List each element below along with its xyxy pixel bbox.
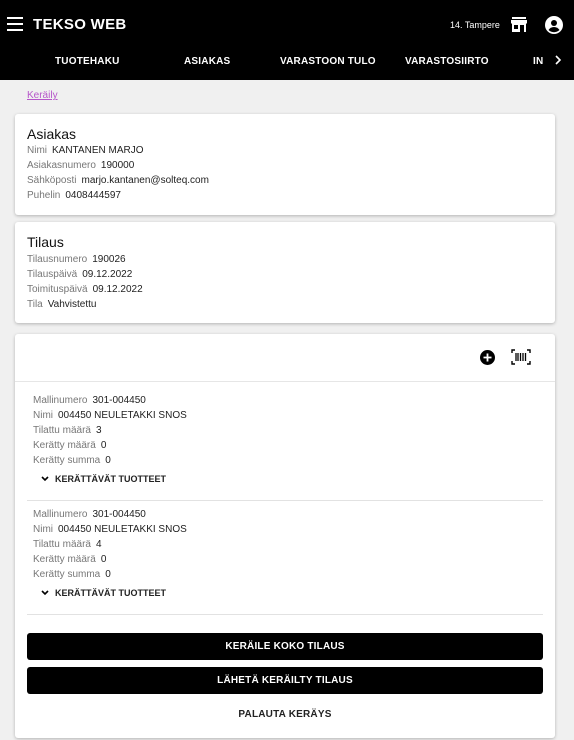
order-item: Mallinumero 301-004450 Nimi 004450 NEULETA… [33, 509, 543, 609]
field-label: Kerätty summa [33, 569, 101, 580]
field-value: 0 [100, 440, 107, 451]
add-circle-icon[interactable] [480, 350, 495, 370]
field-value: 4 [95, 539, 102, 550]
expander-label: KERÄTTÄVÄT TUOTTEET [55, 588, 166, 598]
field-label: Kerätty summa [33, 455, 101, 466]
tab-varastosiirto[interactable]: VARASTOSIIRTO [405, 56, 489, 67]
field-label: Tila [27, 299, 43, 310]
item-model-field: Mallinumero 301-004450 [33, 395, 146, 406]
field-label: Mallinumero [33, 395, 88, 406]
field-value: KANTANEN MARJO [52, 145, 144, 156]
store-name: 14. Tampere [450, 20, 500, 30]
send-collected-button[interactable]: LÄHETÄ KERÄILTY TILAUS [27, 667, 543, 694]
chevron-down-icon [41, 588, 49, 598]
app-bar-top-row: TEKSO WEB 14. Tampere [0, 0, 574, 50]
item-collected-qty-field: Kerätty määrä 0 [33, 554, 106, 565]
customer-name-field: Nimi KANTANEN MARJO [27, 145, 144, 156]
field-label: Tilattu määrä [33, 425, 91, 436]
expand-products-button[interactable]: KERÄTTÄVÄT TUOTTEET [41, 588, 166, 598]
field-label: Kerätty määrä [33, 554, 96, 565]
field-value: 09.12.2022 [92, 284, 143, 295]
field-label: Tilauspäivä [27, 269, 78, 280]
field-label: Kerätty määrä [33, 440, 96, 451]
field-value: 004450 NEULETAKKI SNOS [58, 524, 187, 535]
field-label: Nimi [33, 410, 53, 421]
expand-products-button[interactable]: KERÄTTÄVÄT TUOTTEET [41, 474, 166, 484]
item-divider [27, 614, 543, 615]
field-value: 004450 NEULETAKKI SNOS [58, 410, 187, 421]
field-value: Vahvistettu [47, 299, 97, 310]
field-label: Asiakasnumero [27, 160, 96, 171]
field-value: 301-004450 [92, 509, 146, 520]
field-value: 301-004450 [92, 395, 146, 406]
expander-label: KERÄTTÄVÄT TUOTTEET [55, 474, 166, 484]
field-label: Mallinumero [33, 509, 88, 520]
app-bar: TEKSO WEB 14. Tampere TUOTEHAKU ASIAKAS … [0, 0, 574, 80]
field-value: 0408444597 [65, 190, 121, 201]
breadcrumb-link[interactable]: Keräily [27, 90, 58, 101]
item-model-field: Mallinumero 301-004450 [33, 509, 146, 520]
field-value: 190026 [92, 254, 126, 265]
item-divider [27, 500, 543, 501]
field-label: Tilattu määrä [33, 539, 91, 550]
field-value: 09.12.2022 [82, 269, 133, 280]
tab-tuotehaku[interactable]: TUOTEHAKU [55, 56, 120, 67]
app-title: TEKSO WEB [33, 16, 127, 33]
store-icon[interactable] [511, 17, 527, 37]
item-ordered-qty-field: Tilattu määrä 4 [33, 539, 102, 550]
field-label: Nimi [33, 524, 53, 535]
order-item: Mallinumero 301-004450 Nimi 004450 NEULETA… [33, 395, 543, 495]
customer-email-field: Sähköposti marjo.kantanen@solteq.com [27, 175, 209, 186]
chevron-down-icon [41, 474, 49, 484]
delivery-date-field: Toimituspäivä 09.12.2022 [27, 284, 143, 295]
customer-number-field: Asiakasnumero 190000 [27, 160, 134, 171]
order-number-field: Tilausnumero 190026 [27, 254, 126, 265]
menu-icon[interactable] [7, 17, 23, 31]
order-card: Tilaus Tilausnumero 190026 Tilauspäivä 09.… [15, 222, 555, 323]
order-date-field: Tilauspäivä 09.12.2022 [27, 269, 132, 280]
customer-heading: Asiakas [27, 126, 77, 142]
field-value: 190000 [100, 160, 135, 171]
header-divider [15, 381, 555, 382]
field-label: Toimituspäivä [27, 284, 88, 295]
item-collected-sum-field: Kerätty summa 0 [33, 455, 111, 466]
order-heading: Tilaus [27, 234, 64, 250]
tab-asiakas[interactable]: ASIAKAS [184, 56, 230, 67]
field-value: 0 [100, 554, 107, 565]
item-ordered-qty-field: Tilattu määrä 3 [33, 425, 102, 436]
tab-varastoon-tulo[interactable]: VARASTOON TULO [280, 56, 376, 67]
revert-collection-button[interactable]: PALAUTA KERÄYS [27, 702, 543, 726]
field-value: 0 [105, 455, 111, 466]
field-label: Tilausnumero [27, 254, 88, 265]
field-value: 0 [105, 569, 111, 580]
field-label: Nimi [27, 145, 47, 156]
customer-card: Asiakas Nimi KANTANEN MARJO Asiakasnumero… [15, 114, 555, 215]
items-card: Mallinumero 301-004450 Nimi 004450 NEULETA… [15, 334, 555, 738]
account-circle-icon[interactable] [545, 16, 563, 39]
field-label: Puhelin [27, 190, 61, 201]
item-name-field: Nimi 004450 NEULETAKKI SNOS [33, 524, 187, 535]
item-name-field: Nimi 004450 NEULETAKKI SNOS [33, 410, 187, 421]
field-value: 3 [95, 425, 102, 436]
barcode-scan-icon[interactable] [511, 349, 531, 370]
field-value: marjo.kantanen@solteq.com [81, 175, 209, 186]
item-collected-qty-field: Kerätty määrä 0 [33, 440, 106, 451]
field-label: Sähköposti [27, 175, 77, 186]
item-collected-sum-field: Kerätty summa 0 [33, 569, 111, 580]
tab-in[interactable]: IN [533, 56, 543, 67]
customer-phone-field: Puhelin 0408444597 [27, 190, 121, 201]
order-status-field: Tila Vahvistettu [27, 299, 96, 310]
tab-bar: TUOTEHAKU ASIAKAS VARASTOON TULO VARASTO… [0, 50, 574, 74]
chevron-right-icon[interactable] [554, 54, 562, 68]
collect-all-button[interactable]: KERÄILE KOKO TILAUS [27, 633, 543, 660]
